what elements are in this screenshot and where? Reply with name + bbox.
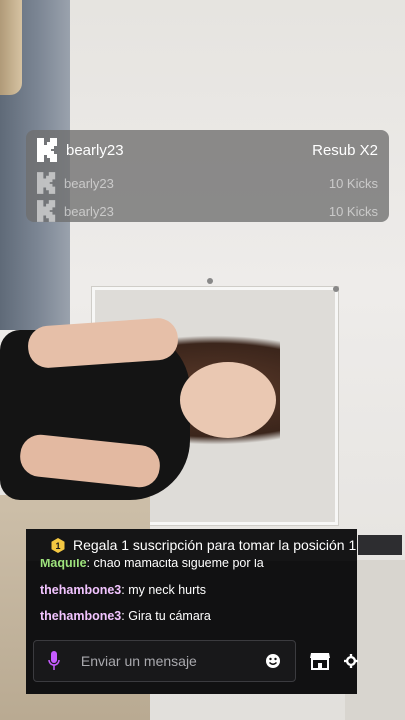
sub-alert-row: bearly23 10 Kicks <box>26 200 389 222</box>
store-icon[interactable] <box>309 650 331 672</box>
lamp <box>0 0 22 95</box>
chat-text: my neck hurts <box>128 583 207 597</box>
chat-author[interactable]: thehambone3 <box>40 609 121 623</box>
chat-author[interactable]: thehambone3 <box>40 583 121 597</box>
gear-icon[interactable] <box>344 650 358 672</box>
sub-username: bearly23 <box>64 175 114 191</box>
kick-logo-icon <box>36 172 58 194</box>
chat-text: chao mamacita sigueme por la <box>93 559 264 570</box>
sub-alert-row: bearly23 Resub X2 <box>26 136 389 164</box>
chat-author[interactable]: Maquile <box>40 559 87 570</box>
chat-message-input[interactable] <box>78 652 264 670</box>
gift-sub-banner[interactable]: 1 Regala 1 suscripción para tomar la pos… <box>26 529 357 561</box>
sub-username: bearly23 <box>66 141 124 159</box>
sub-alert-row: bearly23 10 Kicks <box>26 172 389 194</box>
subscription-alerts: bearly23 Resub X2 bearly23 10 Kicks bear… <box>26 130 389 222</box>
shelf-object <box>358 535 402 555</box>
hexagon-badge-icon: 1 <box>51 537 65 553</box>
chat-input-box <box>33 640 296 682</box>
emoji-icon[interactable] <box>264 650 283 672</box>
banner-text: Regala 1 suscripción para tomar la posic… <box>73 537 357 553</box>
sub-amount: 10 Kicks <box>328 175 378 191</box>
sub-amount: 10 Kicks <box>328 203 378 219</box>
chat-message: thehambone3: my neck hurts <box>40 583 207 597</box>
streamer-face <box>180 362 276 438</box>
chat-panel: 1 Regala 1 suscripción para tomar la pos… <box>26 529 358 694</box>
sub-amount: Resub X2 <box>312 141 378 159</box>
kick-logo-icon <box>36 200 58 222</box>
chat-message: thehambone3: Gira tu cámara <box>40 609 211 623</box>
chat-message: Maquile: chao mamacita sigueme por la <box>40 559 352 571</box>
kick-logo-icon <box>36 138 60 162</box>
svg-text:1: 1 <box>55 541 60 551</box>
microphone-icon[interactable] <box>47 651 61 671</box>
sub-username: bearly23 <box>64 203 114 219</box>
chat-text: Gira tu cámara <box>128 609 211 623</box>
